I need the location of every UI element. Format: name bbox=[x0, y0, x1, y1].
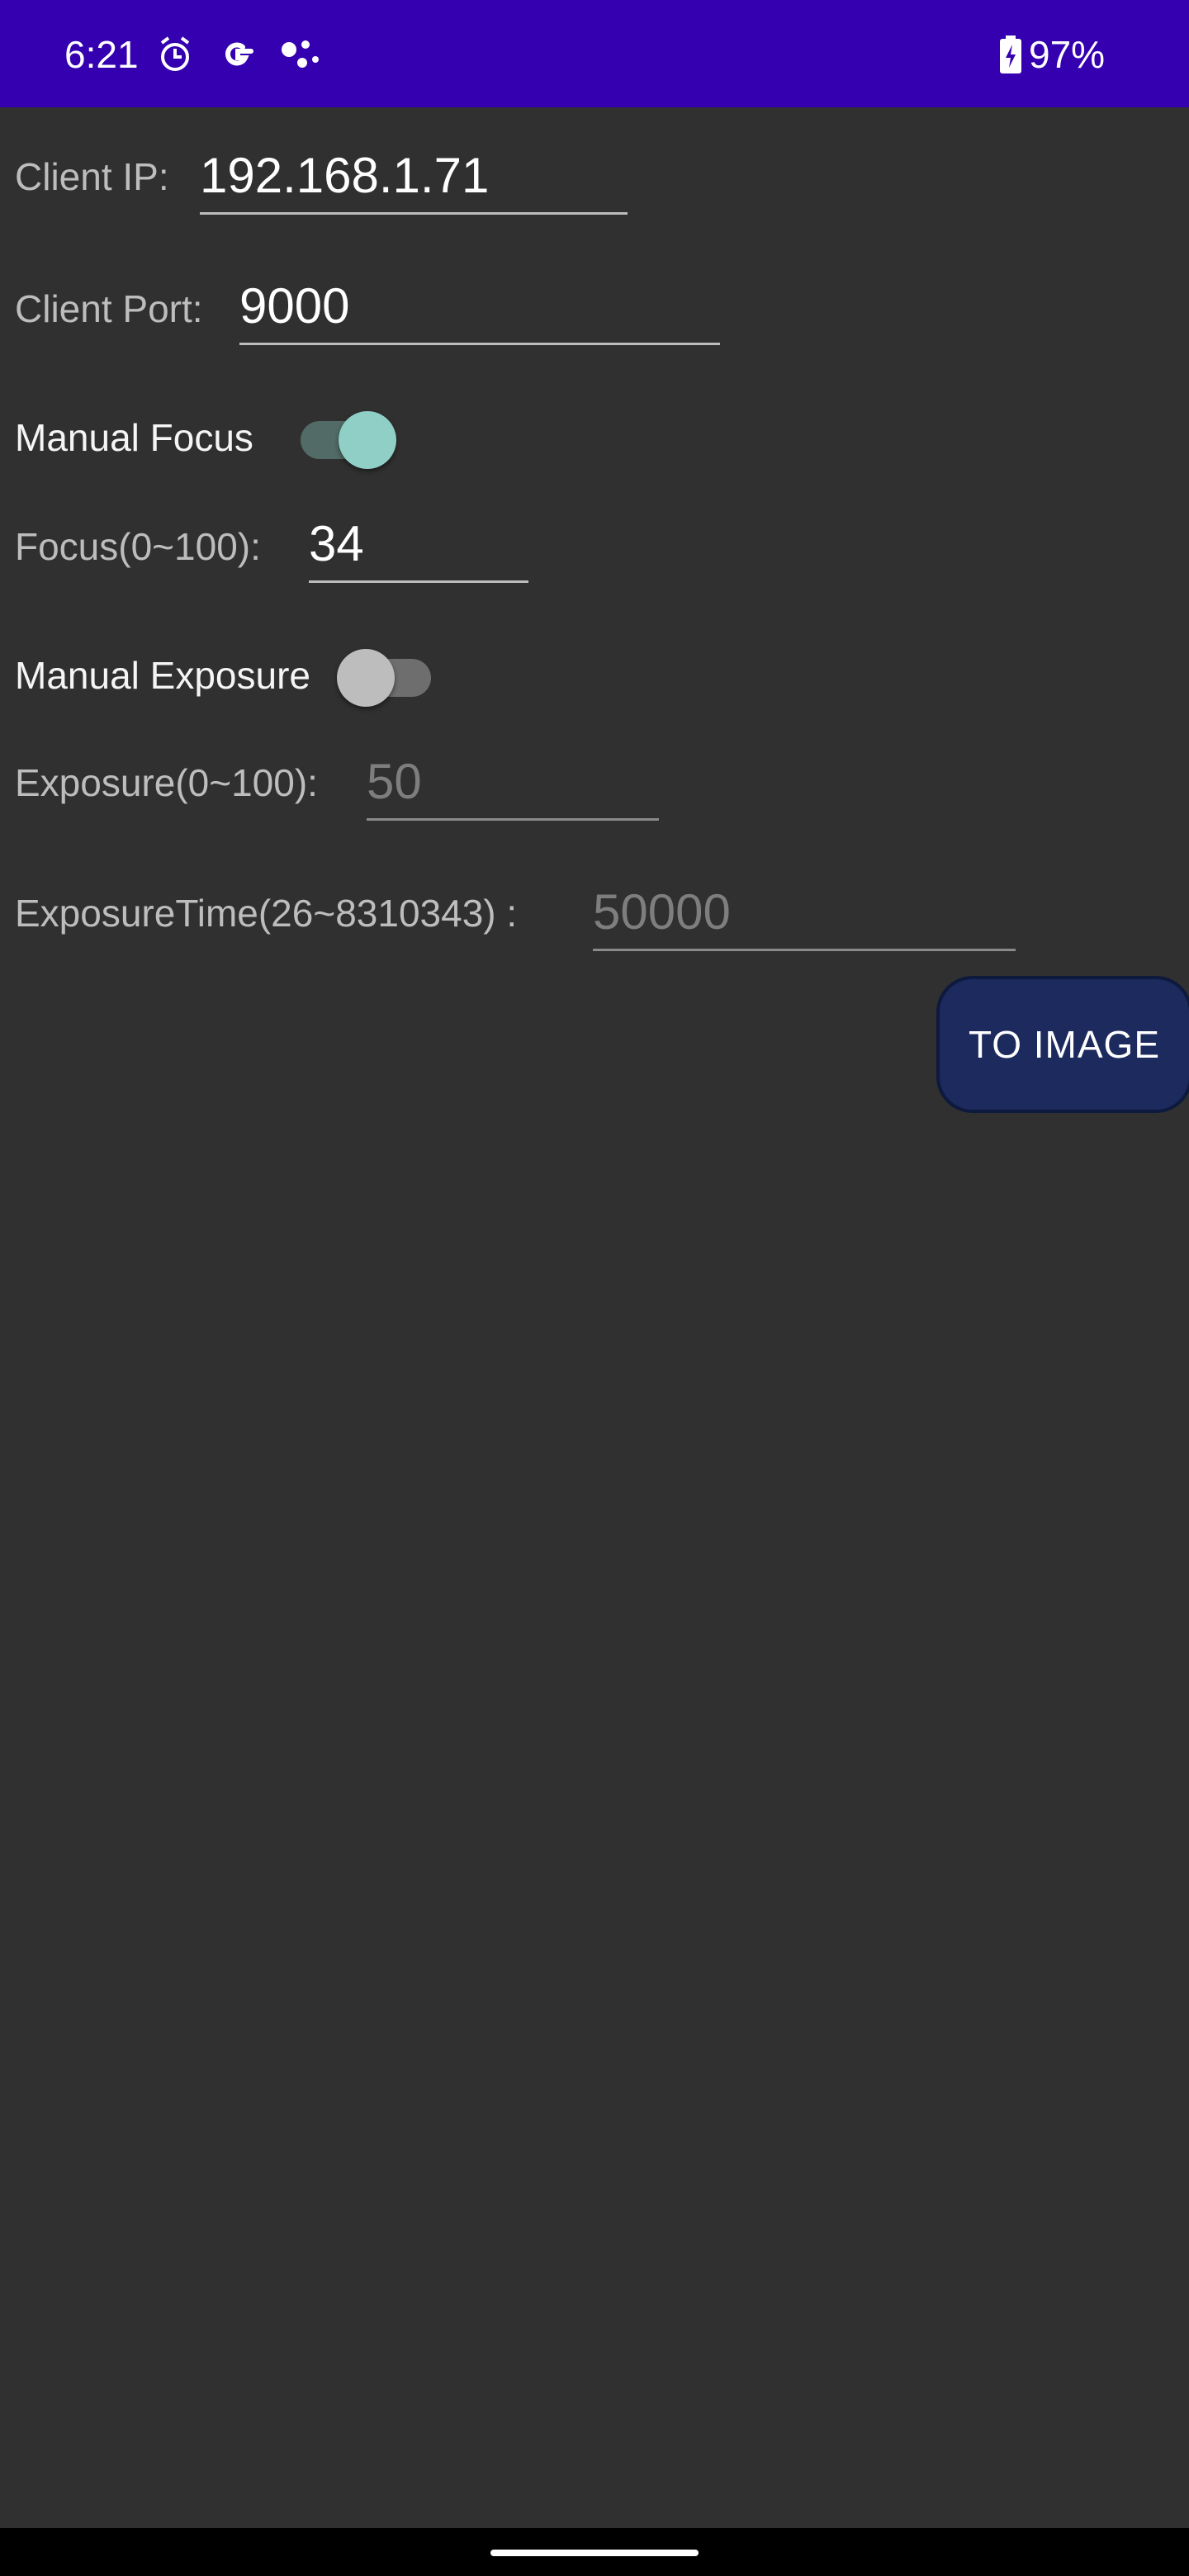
exposure-field[interactable] bbox=[367, 746, 659, 821]
battery-percent: 97% bbox=[1029, 33, 1106, 76]
exposure-time-field[interactable] bbox=[593, 877, 1016, 951]
manual-focus-switch[interactable] bbox=[296, 403, 396, 469]
focus-input[interactable] bbox=[309, 514, 528, 574]
exposure-input[interactable] bbox=[367, 752, 659, 812]
exposure-label: Exposure(0~100): bbox=[15, 761, 318, 804]
client-port-label: Client Port: bbox=[15, 287, 203, 330]
manual-focus-label: Manual Focus bbox=[15, 416, 253, 459]
home-gesture-handle[interactable] bbox=[490, 2550, 699, 2556]
switch-thumb bbox=[339, 411, 396, 469]
manual-exposure-label: Manual Exposure bbox=[15, 654, 310, 697]
status-bar: 6:21 97% bbox=[0, 0, 1189, 107]
client-ip-label: Client IP: bbox=[15, 155, 169, 198]
navigation-bar bbox=[0, 2528, 1189, 2576]
alarm-clock-icon bbox=[152, 31, 198, 78]
google-g-icon bbox=[215, 31, 261, 78]
switch-thumb bbox=[337, 649, 395, 707]
focus-label: Focus(0~100): bbox=[15, 525, 261, 568]
status-time: 6:21 bbox=[64, 33, 139, 76]
client-port-input[interactable] bbox=[239, 277, 720, 336]
assistant-dots-icon bbox=[277, 31, 324, 78]
exposure-time-label: ExposureTime(26~8310343) : bbox=[15, 892, 518, 935]
to-image-button[interactable]: TO IMAGE bbox=[936, 976, 1189, 1113]
client-ip-input[interactable] bbox=[200, 146, 628, 206]
client-port-field[interactable] bbox=[239, 271, 720, 345]
manual-exposure-switch[interactable] bbox=[337, 641, 436, 707]
exposure-time-input[interactable] bbox=[593, 883, 1016, 942]
battery-charging-icon bbox=[988, 31, 1034, 78]
client-ip-field[interactable] bbox=[200, 140, 628, 215]
focus-field[interactable] bbox=[309, 509, 528, 583]
